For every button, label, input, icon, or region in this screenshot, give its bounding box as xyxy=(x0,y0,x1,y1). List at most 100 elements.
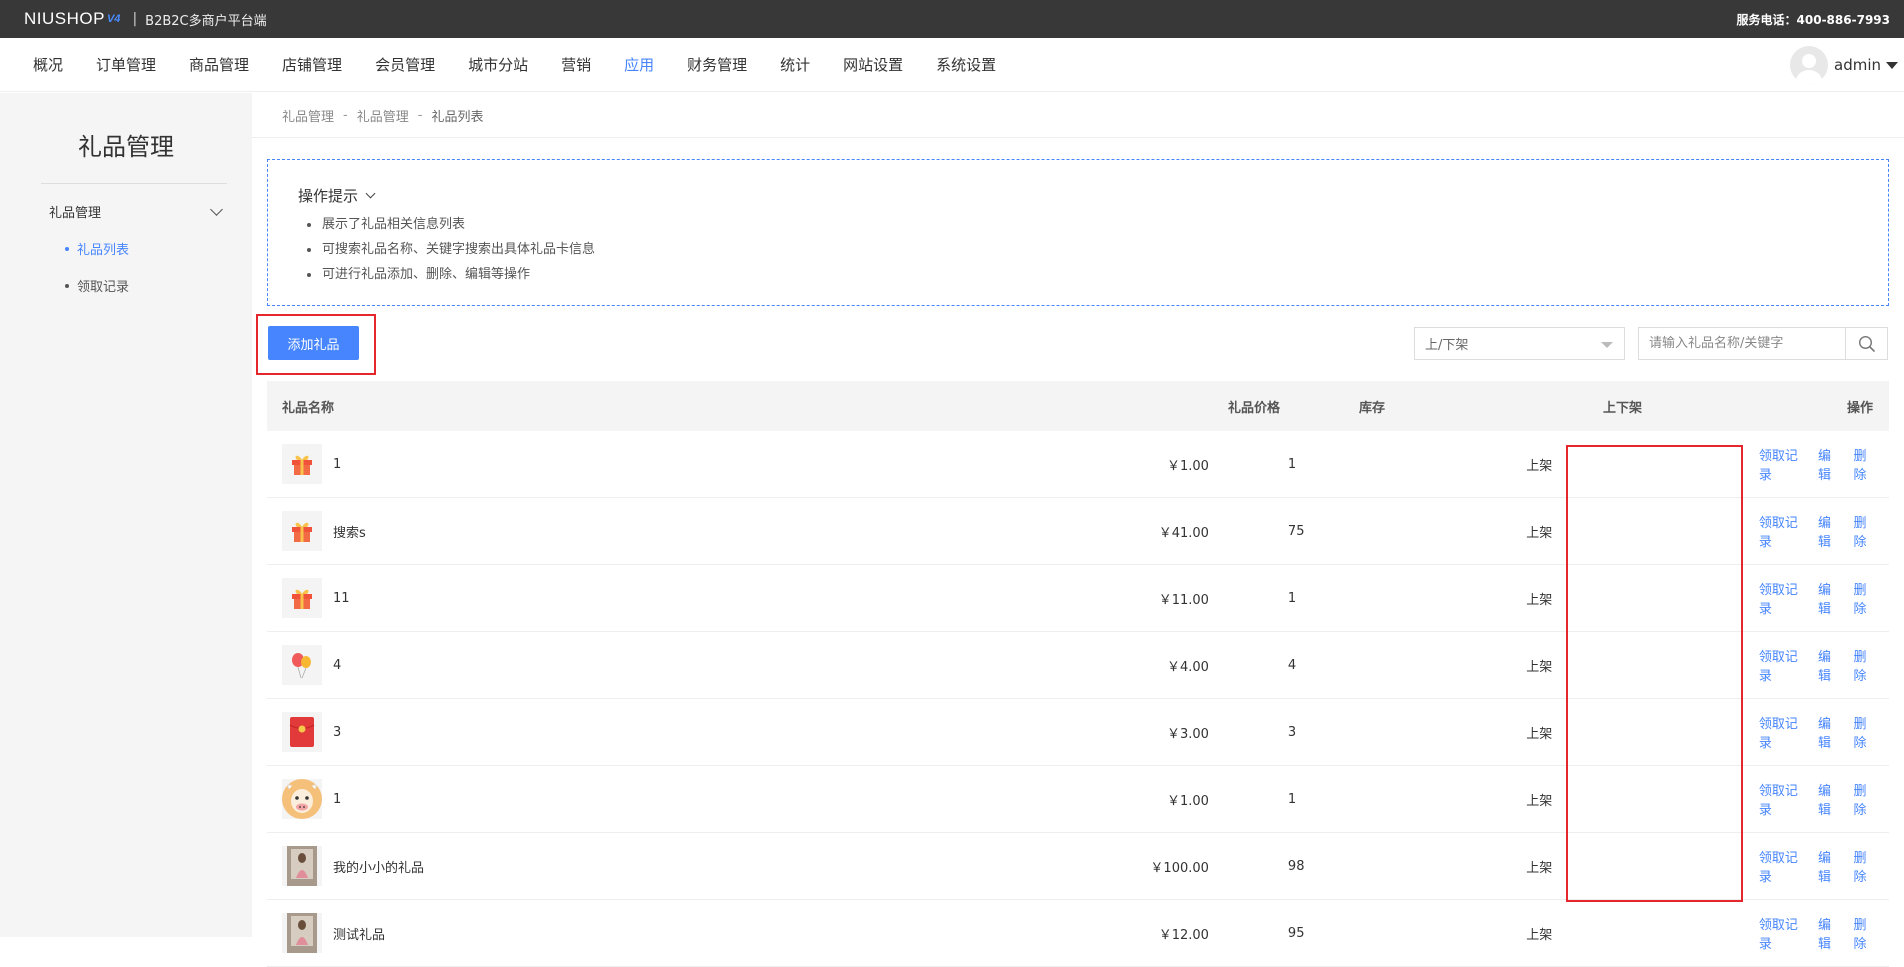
delete-link[interactable]: 删除 xyxy=(1853,914,1877,952)
cell-stock: 1 xyxy=(1287,456,1297,472)
gift-name: 4 xyxy=(333,657,342,673)
gift-icon xyxy=(282,444,322,484)
sidebar-divider xyxy=(41,183,227,184)
cell-status: 上架 xyxy=(1526,793,1553,809)
cell-name: 4 xyxy=(267,645,788,685)
claim-records-link[interactable]: 领取记录 xyxy=(1759,579,1806,617)
claim-records-link[interactable]: 领取记录 xyxy=(1759,445,1806,483)
search-icon[interactable] xyxy=(1858,335,1876,353)
nav-items: 概况 订单管理 商品管理 店铺管理 会员管理 城市分站 营销 应用 财务管理 统计 网站设置 系统设置 xyxy=(0,54,1029,75)
breadcrumb-separator: - xyxy=(343,107,348,123)
edit-link[interactable]: 编辑 xyxy=(1818,512,1842,550)
sidebar-group-gift-management[interactable]: 礼品管理 xyxy=(49,202,227,221)
delete-link[interactable]: 删除 xyxy=(1853,780,1877,818)
gift-name: 我的小小的礼品 xyxy=(333,860,425,876)
delete-link[interactable]: 删除 xyxy=(1853,847,1877,885)
edit-link[interactable]: 编辑 xyxy=(1818,713,1842,751)
claim-records-link[interactable]: 领取记录 xyxy=(1759,646,1806,684)
photo-icon xyxy=(282,846,322,886)
search-button[interactable] xyxy=(1845,327,1888,360)
claim-records-link[interactable]: 领取记录 xyxy=(1759,713,1806,751)
cell-status: 上架 xyxy=(1526,525,1553,541)
caret-down-icon[interactable] xyxy=(1601,342,1613,348)
sidebar-item-claim-records[interactable]: 领取记录 xyxy=(65,276,252,295)
cell-name: 1 xyxy=(267,779,788,819)
edit-link[interactable]: 编辑 xyxy=(1818,914,1842,952)
bullet-icon xyxy=(65,246,69,251)
avatar[interactable] xyxy=(1790,46,1828,84)
gift-name: 3 xyxy=(333,724,342,740)
bullet-icon xyxy=(307,272,311,277)
table-row: 测试礼品 ￥12.00 95 上架 领取记录 编辑 删除 xyxy=(267,900,1889,967)
gift-name: 搜索s xyxy=(333,525,366,541)
cell-price: ￥41.00 xyxy=(1158,525,1209,541)
balloons-icon xyxy=(282,645,322,685)
nav-item-1[interactable]: 订单管理 xyxy=(96,54,156,75)
claim-records-link[interactable]: 领取记录 xyxy=(1759,780,1806,818)
nav-item-7[interactable]: 应用 xyxy=(624,54,654,75)
nav-item-5[interactable]: 城市分站 xyxy=(468,54,528,75)
nav-item-8[interactable]: 财务管理 xyxy=(687,54,747,75)
cell-ops: 领取记录 编辑 删除 xyxy=(1753,780,1889,818)
nav-item-0[interactable]: 概况 xyxy=(33,54,63,75)
tips-toggle[interactable]: 操作提示 xyxy=(298,185,1888,206)
breadcrumb-current: 礼品列表 xyxy=(431,109,484,125)
user-menu[interactable]: admin xyxy=(1790,46,1898,84)
cell-name: 11 xyxy=(267,578,788,618)
main-nav: 概况 订单管理 商品管理 店铺管理 会员管理 城市分站 营销 应用 财务管理 统计 网站设置 系统设置… xyxy=(0,38,1904,92)
delete-link[interactable]: 删除 xyxy=(1853,445,1877,483)
edit-link[interactable]: 编辑 xyxy=(1818,579,1842,617)
sidebar-title: 礼品管理 xyxy=(78,133,174,161)
chevron-down-icon[interactable] xyxy=(365,188,376,199)
tip-text: 可进行礼品添加、删除、编辑等操作 xyxy=(322,267,531,282)
cell-price: ￥12.00 xyxy=(1158,927,1209,943)
table-body: 1 ￥1.00 1 上架 领取记录 编辑 删除 搜索s ￥41.00 75 上架 领取记录 编辑 删除 11… xyxy=(267,431,1889,967)
edit-link[interactable]: 编辑 xyxy=(1818,780,1842,818)
edit-link[interactable]: 编辑 xyxy=(1818,847,1842,885)
claim-records-link[interactable]: 领取记录 xyxy=(1759,847,1806,885)
nav-item-2[interactable]: 商品管理 xyxy=(189,54,249,75)
delete-link[interactable]: 删除 xyxy=(1853,646,1877,684)
cell-stock: 1 xyxy=(1287,791,1297,807)
service-hotline: 服务电话：400-886-7993 xyxy=(1736,12,1890,27)
cell-ops: 领取记录 编辑 删除 xyxy=(1753,646,1889,684)
status-select[interactable]: 上/下架 xyxy=(1414,327,1625,360)
breadcrumb-separator: - xyxy=(417,107,423,123)
caret-down-icon[interactable] xyxy=(1886,61,1898,69)
nav-item-10[interactable]: 网站设置 xyxy=(843,54,903,75)
nav-item-3[interactable]: 店铺管理 xyxy=(282,54,342,75)
col-header-status: 上下架 xyxy=(1603,400,1643,416)
table-row: 11 ￥11.00 1 上架 领取记录 编辑 删除 xyxy=(267,565,1889,632)
nav-item-11[interactable]: 系统设置 xyxy=(936,54,996,75)
edit-link[interactable]: 编辑 xyxy=(1818,445,1842,483)
breadcrumb: 礼品管理 - 礼品管理 - 礼品列表 xyxy=(252,93,1904,138)
tip-text: 可搜索礼品名称、关键字搜索出具体礼品卡信息 xyxy=(322,242,596,257)
cell-price: ￥1.00 xyxy=(1166,458,1209,474)
status-select-value: 上/下架 xyxy=(1425,338,1469,353)
nav-item-6[interactable]: 营销 xyxy=(561,54,591,75)
cell-status: 上架 xyxy=(1526,860,1553,876)
edit-link[interactable]: 编辑 xyxy=(1818,646,1842,684)
brand-logo[interactable]: NIUSHOP xyxy=(24,9,105,29)
claim-records-link[interactable]: 领取记录 xyxy=(1759,914,1806,952)
chevron-down-icon[interactable] xyxy=(210,202,223,216)
sidebar-item-gift-list[interactable]: 礼品列表 xyxy=(65,239,252,258)
nav-item-9[interactable]: 统计 xyxy=(780,54,810,75)
search-input[interactable] xyxy=(1638,327,1846,360)
cell-status: 上架 xyxy=(1526,592,1553,608)
nav-item-4[interactable]: 会员管理 xyxy=(375,54,435,75)
tip-item: 展示了礼品相关信息列表 xyxy=(298,212,1888,237)
breadcrumb-item[interactable]: 礼品管理 xyxy=(357,106,409,125)
cell-ops: 领取记录 编辑 删除 xyxy=(1753,847,1889,885)
claim-records-link[interactable]: 领取记录 xyxy=(1759,512,1806,550)
cell-stock: 3 xyxy=(1287,724,1297,740)
breadcrumb-item[interactable]: 礼品管理 xyxy=(282,106,334,125)
delete-link[interactable]: 删除 xyxy=(1853,512,1877,550)
gift-name: 11 xyxy=(333,590,350,606)
delete-link[interactable]: 删除 xyxy=(1853,579,1877,617)
add-gift-button[interactable]: 添加礼品 xyxy=(268,326,359,360)
username[interactable]: admin xyxy=(1834,56,1881,74)
cell-name: 搜索s xyxy=(267,511,788,551)
delete-link[interactable]: 删除 xyxy=(1853,713,1877,751)
gift-icon xyxy=(282,511,322,551)
